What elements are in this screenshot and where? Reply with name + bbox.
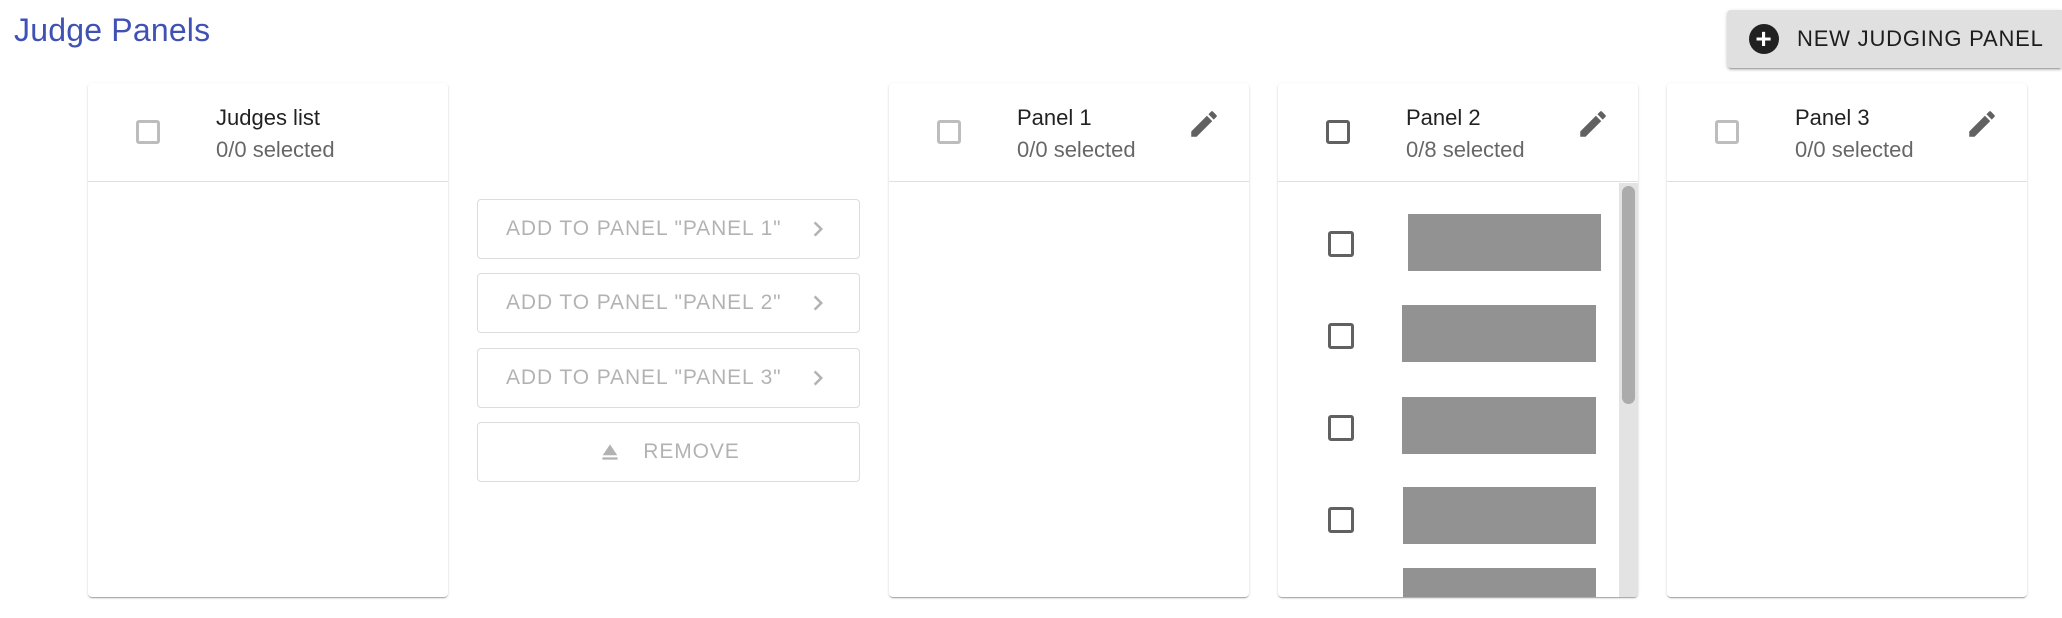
chevron-right-icon	[813, 221, 823, 237]
plus-circle-icon: +	[1749, 24, 1779, 54]
redacted-judge-name	[1402, 305, 1596, 362]
redacted-judge-name	[1403, 568, 1596, 597]
add-to-panel-1-button[interactable]: ADD TO PANEL "PANEL 1"	[477, 199, 860, 259]
scrollbar-thumb[interactable]	[1622, 186, 1635, 404]
panel-3-card: Panel 3 0/0 selected	[1667, 83, 2027, 597]
panel-3-selected-count: 0/0 selected	[1795, 137, 1914, 162]
panel-1-title: Panel 1	[1017, 105, 1092, 130]
redacted-judge-name	[1402, 397, 1596, 454]
panel-1-header: Panel 1 0/0 selected	[889, 83, 1249, 182]
panel-3-header: Panel 3 0/0 selected	[1667, 83, 2027, 182]
chevron-right-icon	[813, 370, 823, 386]
redacted-judge-name	[1403, 487, 1596, 544]
add-to-panel-3-button[interactable]: ADD TO PANEL "PANEL 3"	[477, 348, 860, 408]
edit-pencil-icon[interactable]	[1187, 107, 1221, 141]
panel-3-title: Panel 3	[1795, 105, 1870, 130]
judges-list-title: Judges list	[216, 105, 320, 130]
judge-checkbox[interactable]	[1328, 231, 1354, 257]
page-title: Judge Panels	[14, 12, 211, 48]
remove-label: REMOVE	[643, 440, 740, 463]
judges-select-all-checkbox[interactable]	[136, 120, 160, 144]
panel-2-select-all-checkbox[interactable]	[1326, 120, 1350, 144]
judges-list-card: Judges list 0/0 selected	[88, 83, 448, 597]
judge-checkbox[interactable]	[1328, 415, 1354, 441]
panel-1-selected-count: 0/0 selected	[1017, 137, 1136, 162]
remove-button[interactable]: REMOVE	[477, 422, 860, 482]
eject-icon	[602, 444, 618, 460]
edit-pencil-icon[interactable]	[1576, 107, 1610, 141]
panel-2-selected-count: 0/8 selected	[1406, 137, 1525, 162]
judge-checkbox[interactable]	[1328, 507, 1354, 533]
chevron-right-icon	[813, 295, 823, 311]
panel-1-card: Panel 1 0/0 selected	[889, 83, 1249, 597]
new-judging-panel-label: NEW JUDGING PANEL	[1797, 26, 2044, 51]
panel-3-select-all-checkbox[interactable]	[1715, 120, 1739, 144]
redacted-judge-name	[1408, 214, 1601, 271]
panel-2-card: Panel 2 0/8 selected	[1278, 83, 1638, 597]
panel-1-select-all-checkbox[interactable]	[937, 120, 961, 144]
add-to-panel-1-label: ADD TO PANEL "PANEL 1"	[506, 217, 782, 240]
panel-2-header: Panel 2 0/8 selected	[1278, 83, 1638, 182]
judges-list-selected-count: 0/0 selected	[216, 137, 335, 162]
panel-2-title: Panel 2	[1406, 105, 1481, 130]
edit-pencil-icon[interactable]	[1965, 107, 1999, 141]
judge-checkbox[interactable]	[1328, 323, 1354, 349]
add-to-panel-2-label: ADD TO PANEL "PANEL 2"	[506, 291, 782, 314]
new-judging-panel-button[interactable]: + NEW JUDGING PANEL	[1727, 10, 2062, 68]
judges-list-header: Judges list 0/0 selected	[88, 83, 448, 182]
add-to-panel-3-label: ADD TO PANEL "PANEL 3"	[506, 366, 782, 389]
add-to-panel-2-button[interactable]: ADD TO PANEL "PANEL 2"	[477, 273, 860, 333]
